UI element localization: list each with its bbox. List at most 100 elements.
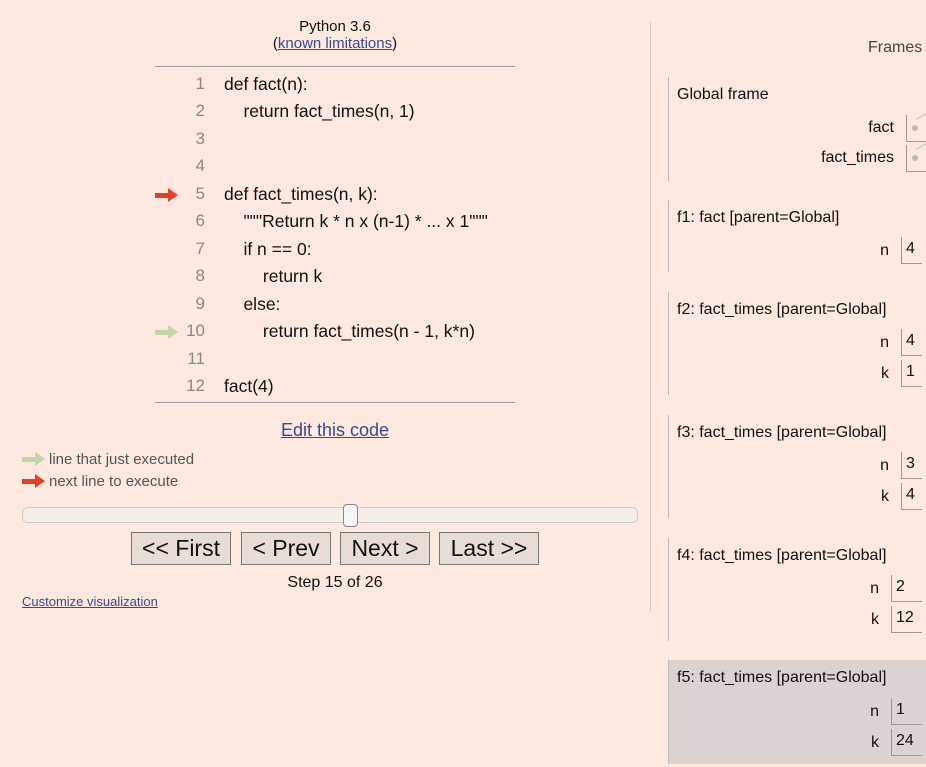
var-name: k [871, 611, 879, 628]
stack-frame: f1: fact [parent=Global] n 4 [668, 200, 926, 272]
step-counter: Step 15 of 26 [287, 574, 383, 591]
code-text: else: [224, 294, 281, 314]
pointer-arrow-icon [915, 143, 926, 150]
next-legend-arrow-icon [22, 474, 46, 488]
code-text: """Return k * n x (n-1) * ... x 1""" [224, 211, 488, 231]
var-value: 4 [906, 240, 915, 257]
line-number: 12 [186, 376, 205, 395]
var-name: fact [868, 119, 894, 136]
var-name: n [870, 580, 879, 597]
var-value-box: 1 [891, 698, 922, 725]
line-number: 9 [195, 294, 205, 313]
frame-name: f4: fact_times [parent=Global] [677, 547, 887, 564]
language-header: Python 3.6 (known limitations) [155, 18, 515, 52]
code-line: 11 [155, 345, 515, 372]
next-button[interactable]: Next > [340, 532, 430, 565]
known-limitations-link[interactable]: known limitations [278, 35, 392, 52]
line-number: 10 [186, 321, 205, 340]
active-stack-frame: f5: fact_times [parent=Global] n 1 k 24 [668, 660, 926, 764]
line-number: 7 [195, 239, 205, 258]
code-text: return fact_times(n, 1) [224, 101, 415, 121]
line-number: 4 [195, 156, 205, 175]
code-line: 6 """Return k * n x (n-1) * ... x 1""" [155, 207, 515, 234]
step-slider-handle[interactable] [343, 504, 358, 527]
last-button[interactable]: Last >> [439, 532, 539, 565]
var-name: k [871, 734, 879, 751]
var-value: 1 [906, 363, 915, 380]
frame-name: Global frame [677, 86, 769, 103]
prev-button[interactable]: < Prev [241, 532, 331, 565]
language-label: Python 3.6 [299, 18, 371, 35]
var-value: 1 [896, 701, 905, 718]
code-listing: 1 def fact(n): 2 return fact_times(n, 1)… [155, 66, 515, 403]
var-value-box: 4 [901, 483, 922, 510]
code-line: 7 if n == 0: [155, 235, 515, 262]
var-value-box: 24 [891, 729, 922, 756]
executed-legend-arrow-icon [22, 452, 46, 466]
var-value-box: 2 [891, 575, 922, 602]
code-line: 1 def fact(n): [155, 70, 515, 97]
pointer-dot-icon [912, 125, 918, 131]
line-number: 5 [195, 184, 205, 203]
var-value-box: 3 [901, 452, 922, 479]
var-value-box: 1 [901, 360, 922, 387]
line-number: 6 [195, 211, 205, 230]
stack-frame: f3: fact_times [parent=Global] n 3 k 4 [668, 415, 926, 518]
var-name: k [881, 365, 889, 382]
code-line: 9 else: [155, 290, 515, 317]
var-value: 24 [896, 732, 914, 749]
code-text: fact(4) [224, 376, 274, 396]
var-value-box: 4 [901, 329, 922, 356]
var-value-box: 12 [891, 606, 922, 633]
var-value: 2 [896, 578, 905, 595]
var-value: 4 [906, 486, 915, 503]
frames-title: Frames [868, 39, 923, 56]
legend-next-label: next line to execute [49, 473, 179, 490]
line-number: 2 [195, 101, 205, 120]
code-text: if n == 0: [224, 239, 312, 259]
frame-name: f3: fact_times [parent=Global] [677, 424, 887, 441]
step-slider[interactable] [22, 507, 638, 523]
var-value: 12 [896, 609, 914, 626]
edit-code-link[interactable]: Edit this code [155, 420, 515, 441]
var-value: 4 [906, 332, 915, 349]
pointer-arrow-icon [915, 113, 926, 120]
frame-name: f1: fact [parent=Global] [677, 209, 840, 226]
pointer-box [906, 143, 926, 172]
global-frame: Global frame fact fact_times [668, 77, 926, 181]
line-number: 1 [195, 74, 205, 93]
var-value-box: 4 [901, 237, 922, 264]
code-text: def fact(n): [224, 74, 308, 94]
code-line: 12 fact(4) [155, 372, 515, 399]
limitations-line: (known limitations) [155, 35, 515, 52]
frame-name: f5: fact_times [parent=Global] [677, 669, 887, 686]
var-name: fact_times [821, 149, 894, 166]
panel-divider [650, 22, 651, 612]
var-name: k [881, 488, 889, 505]
code-text: return k [224, 266, 323, 286]
first-button[interactable]: << First [131, 532, 231, 565]
code-line: 2 return fact_times(n, 1) [155, 97, 515, 124]
pointer-dot-icon [912, 155, 918, 161]
close-paren: ) [392, 35, 398, 52]
var-value: 3 [906, 455, 915, 472]
code-text: def fact_times(n, k): [224, 184, 378, 204]
code-line-executed: 10 return fact_times(n - 1, k*n) [155, 317, 515, 344]
code-line: 3 [155, 125, 515, 152]
stack-frame: f4: fact_times [parent=Global] n 2 k 12 [668, 538, 926, 641]
var-name: n [880, 334, 889, 351]
legend-executed-label: line that just executed [49, 451, 195, 468]
line-number: 8 [195, 266, 205, 285]
frame-name: f2: fact_times [parent=Global] [677, 301, 887, 318]
code-line: 4 [155, 152, 515, 179]
stack-frame: f2: fact_times [parent=Global] n 4 k 1 [668, 292, 926, 395]
var-name: n [880, 457, 889, 474]
var-name: n [870, 703, 879, 720]
code-line: 8 return k [155, 262, 515, 289]
code-text: return fact_times(n - 1, k*n) [224, 321, 475, 341]
customize-visualization-link[interactable]: Customize visualization [22, 594, 158, 609]
line-number: 3 [195, 129, 205, 148]
line-number: 11 [187, 349, 205, 368]
code-line-current: 5 def fact_times(n, k): [155, 180, 515, 207]
pointer-box [906, 113, 926, 142]
